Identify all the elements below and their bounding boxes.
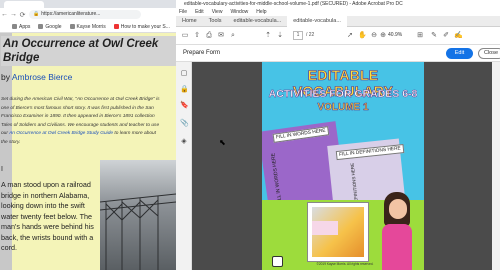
menu-edit[interactable]: Edit xyxy=(195,9,204,15)
page-up-icon[interactable]: ⇡ xyxy=(264,32,272,40)
mouse-cursor-icon: ⬉ xyxy=(219,138,226,147)
upload-icon[interactable]: ⇧ xyxy=(193,32,201,40)
prepare-form-title: Prepare Form xyxy=(183,50,221,56)
lock-icon: 🔒 xyxy=(33,11,40,17)
words-worksheet-vertical-label: FILL IN WORDS HERE xyxy=(270,152,284,205)
pdf-cover-page: EDITABLE VOCABULARY ACTIVITIES FOR GRADE… xyxy=(262,62,424,270)
navigation-pane: ▢ 🔒 🔖 📎 ◈ xyxy=(176,62,192,270)
site-icon xyxy=(69,24,75,29)
page-total: / 22 xyxy=(306,32,315,38)
acrobat-toolbar: ▭ ⇧ ⎙ ✉ ⌕ ⇡ ⇣ 1 / 22 ➚ ✋ ⊖ ⊕ 40.9% ⊞ ✎ ✐… xyxy=(176,27,500,45)
words-worksheet-label: FILL IN WORDS HERE xyxy=(272,126,330,143)
page-number-field[interactable]: 1 xyxy=(293,31,303,40)
menu-window[interactable]: Window xyxy=(230,9,248,15)
article-body: A man stood upon a railroad bridge in no… xyxy=(1,180,94,252)
activity-photo xyxy=(307,202,369,262)
bookmark-how-to[interactable]: How to make your S... xyxy=(113,24,170,30)
chrome-window: ← → ⟳ 🔒 https://americanliterature... Ap… xyxy=(0,0,176,270)
forward-icon[interactable]: → xyxy=(9,11,18,18)
print-icon[interactable]: ⎙ xyxy=(205,32,213,40)
bookmark-google[interactable]: Google xyxy=(38,24,62,30)
lock-icon[interactable]: 🔒 xyxy=(180,86,189,94)
tab-document-2[interactable]: editable-vocabula... xyxy=(287,15,347,27)
save-icon[interactable]: ▭ xyxy=(181,32,189,40)
acrobat-window: editable-vocabulary-activities-for-middl… xyxy=(176,0,500,270)
apps-icon xyxy=(12,24,17,29)
chrome-tab[interactable] xyxy=(4,1,44,8)
zoom-level[interactable]: 40.9% xyxy=(388,32,402,38)
bridge-photo xyxy=(100,160,176,270)
chrome-toolbar: ← → ⟳ 🔒 https://americanliterature... xyxy=(0,8,176,21)
back-icon[interactable]: ← xyxy=(0,11,9,18)
bookmark-kayse-morris[interactable]: Kayse Morris xyxy=(69,24,106,30)
sign-icon[interactable]: ✍ xyxy=(454,32,463,40)
article-byline: by Ambrose Bierce xyxy=(1,72,72,82)
publisher-logo xyxy=(272,256,283,267)
attachment-icon[interactable]: 📎 xyxy=(180,120,189,128)
byline-prefix: by xyxy=(1,72,10,82)
tab-home[interactable]: Home xyxy=(176,16,203,27)
layers-icon[interactable]: ◈ xyxy=(180,138,188,146)
article-title: An Occurrence at Owl Creek Bridge xyxy=(1,36,176,66)
hand-icon[interactable]: ✋ xyxy=(358,32,367,40)
chrome-tab-strip xyxy=(0,0,176,8)
search-icon[interactable]: ⌕ xyxy=(229,32,237,40)
edit-button[interactable]: Edit xyxy=(446,48,473,59)
study-guide-link[interactable]: An Occurrence at Owl Creek Bridge Study … xyxy=(9,131,113,136)
close-button[interactable]: Close xyxy=(478,48,500,59)
fit-page-icon[interactable]: ⊞ xyxy=(416,32,424,40)
acrobat-title-bar: editable-vocabulary-activities-for-middl… xyxy=(176,0,500,8)
page-down-icon[interactable]: ⇣ xyxy=(276,32,284,40)
youtube-icon xyxy=(113,24,119,29)
bookmark-icon[interactable]: 🔖 xyxy=(180,102,189,110)
acrobat-tab-bar: Home Tools editable-vocabula... editable… xyxy=(176,15,500,27)
menu-help[interactable]: Help xyxy=(256,9,266,15)
zoom-out-icon[interactable]: ⊖ xyxy=(370,32,378,40)
section-numeral: I xyxy=(1,166,3,173)
article-intro: Set during the American Civil War, "An O… xyxy=(1,96,161,147)
author-link[interactable]: Ambrose Bierce xyxy=(12,72,72,82)
menu-file[interactable]: File xyxy=(179,9,187,15)
select-cursor-icon[interactable]: ➚ xyxy=(346,32,354,40)
tools-pane xyxy=(492,62,500,270)
page-thumbnails-icon[interactable]: ▢ xyxy=(180,70,188,78)
comment-icon[interactable]: ✎ xyxy=(430,32,438,40)
tab-tools[interactable]: Tools xyxy=(203,16,228,27)
address-bar[interactable]: 🔒 https://americanliterature... xyxy=(29,10,141,19)
highlight-icon[interactable]: ✐ xyxy=(442,32,450,40)
menu-view[interactable]: View xyxy=(212,9,223,15)
activity-photo-card xyxy=(312,221,338,235)
address-bar-url: https://americanliterature... xyxy=(41,11,101,17)
mail-icon[interactable]: ✉ xyxy=(217,32,225,40)
cover-subtitle: ACTIVITIES FOR GRADES 6-8 xyxy=(268,88,418,100)
cover-copyright: ©2019 Kayse Morris. All rights reserved. xyxy=(316,262,374,266)
definitions-worksheet-label: FILL IN DEFINITIONS HERE xyxy=(335,144,405,161)
cover-volume: VOLUME 1 xyxy=(317,102,369,114)
tab-document-1[interactable]: editable-vocabula... xyxy=(228,16,288,27)
bookmarks-bar: Apps Google Kayse Morris How to make you… xyxy=(0,21,176,33)
girl-illustration-face xyxy=(389,199,407,219)
prepare-form-bar: Prepare Form Edit Close xyxy=(176,45,500,62)
bookmark-apps[interactable]: Apps xyxy=(12,24,30,30)
zoom-in-icon[interactable]: ⊕ xyxy=(379,32,387,40)
reload-icon[interactable]: ⟳ xyxy=(18,11,27,19)
google-icon xyxy=(38,24,44,29)
